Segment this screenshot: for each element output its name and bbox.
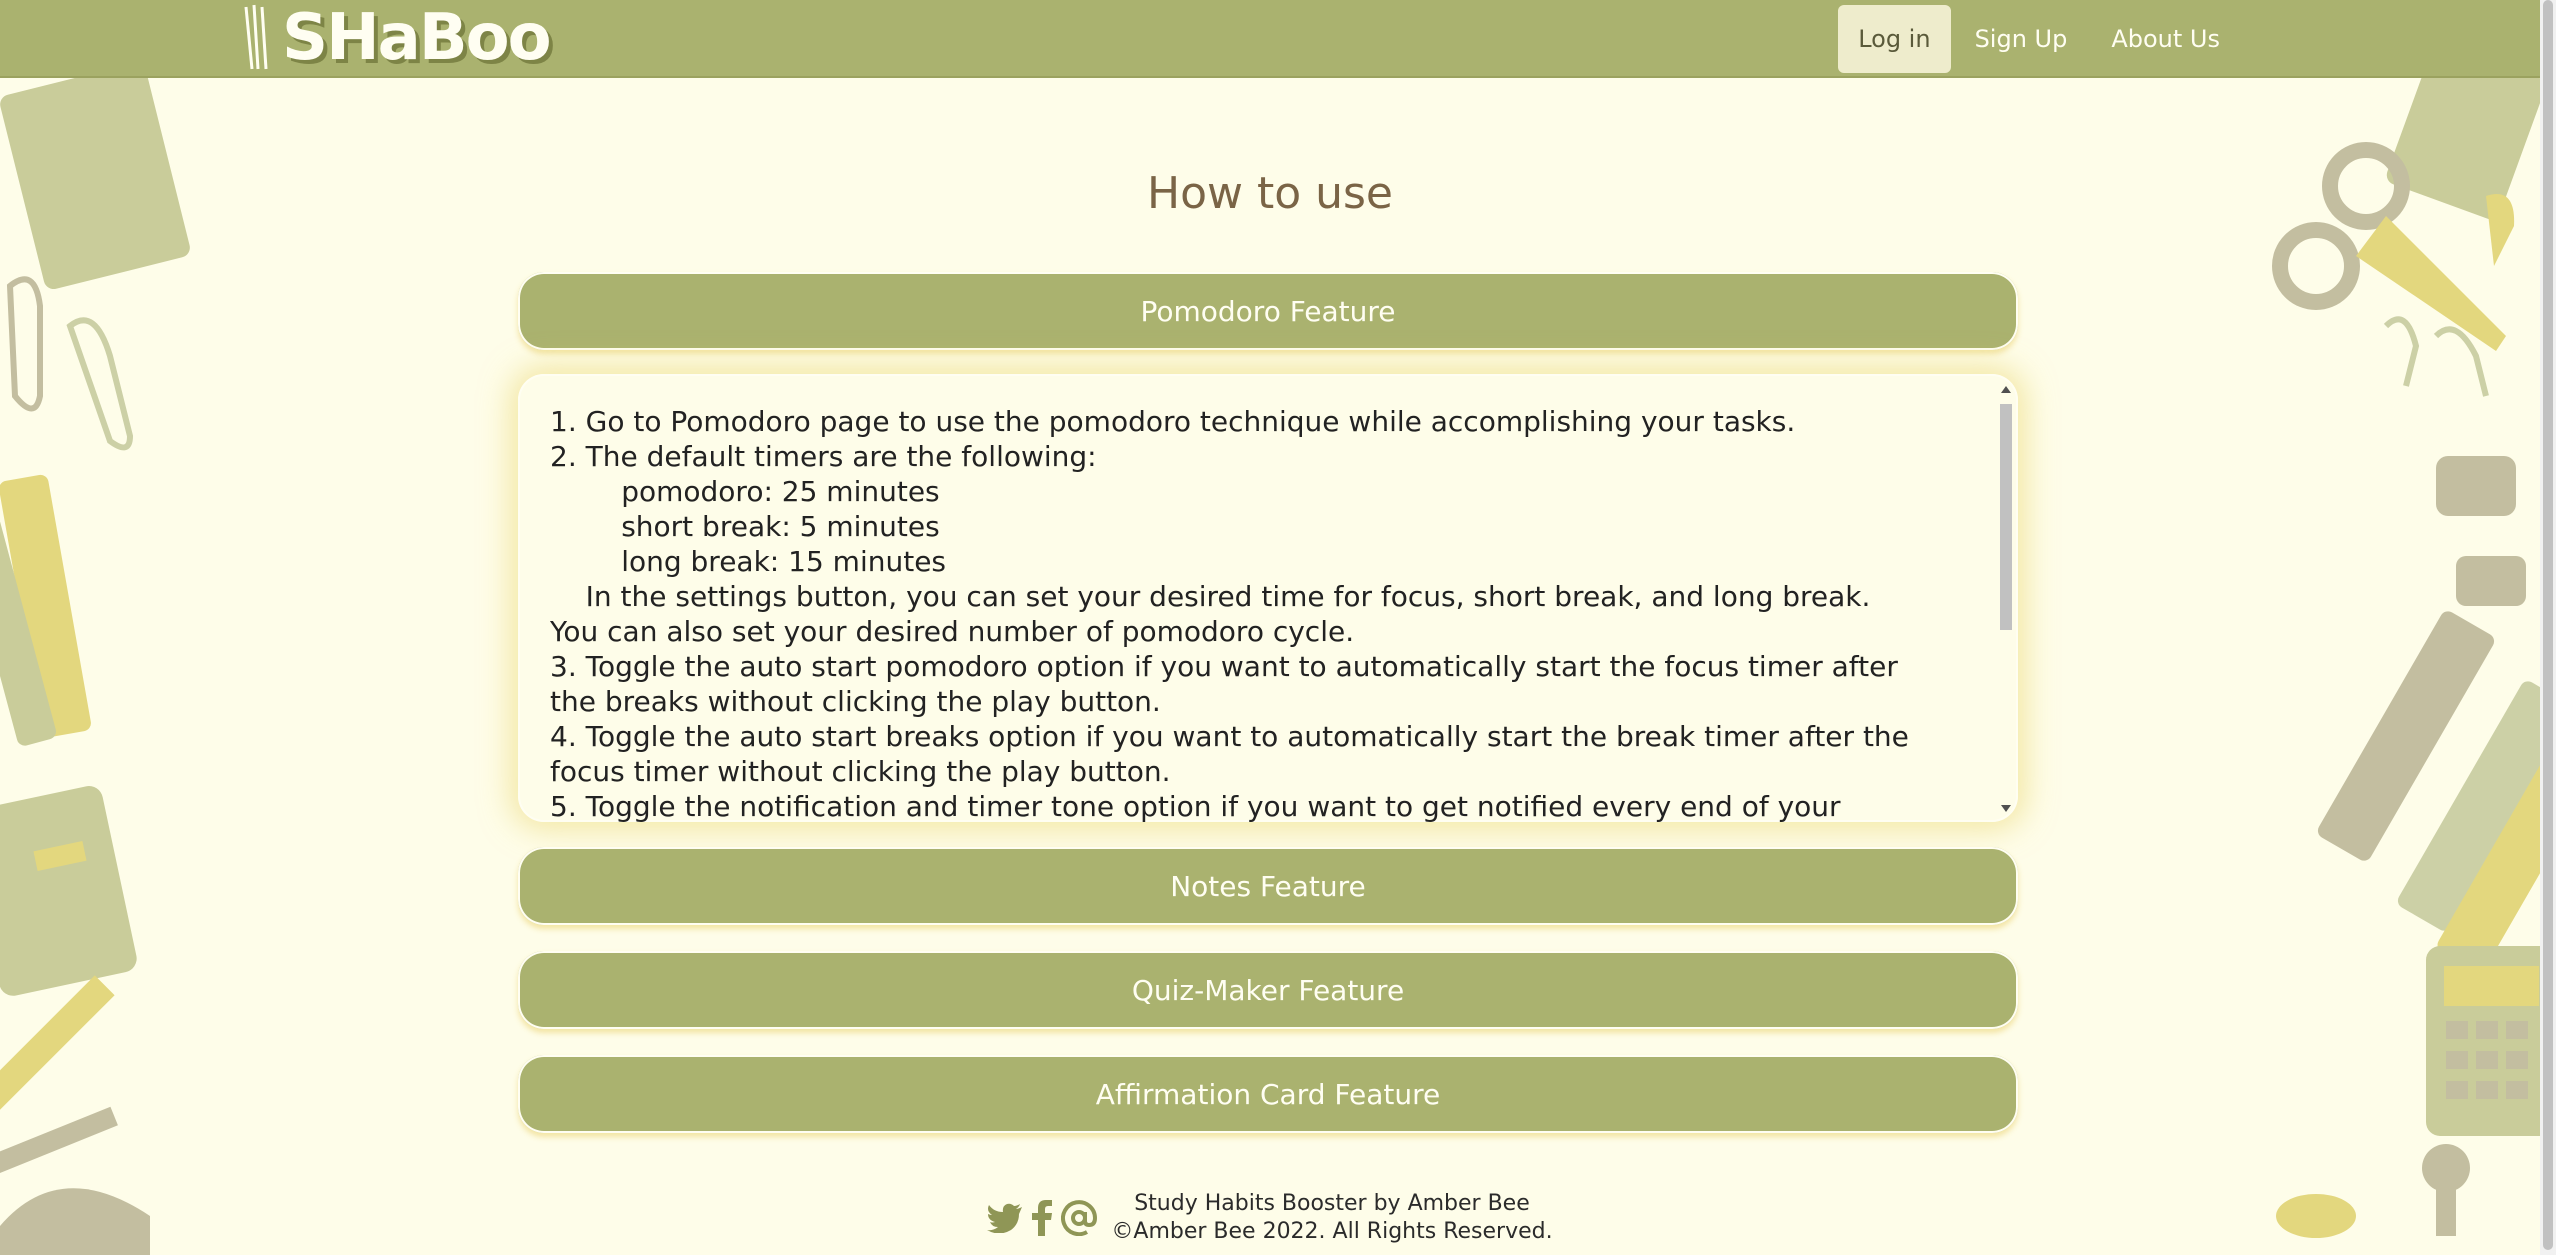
step-line: pomodoro: 25 minutes xyxy=(550,475,940,508)
accordion-item-affirmation: Affirmation Card Feature xyxy=(518,1055,2018,1133)
footer-copyright: ©Amber Bee 2022. All Rights Reserved. xyxy=(1111,1219,1553,1244)
step-line: 3. Toggle the auto start pomodoro option… xyxy=(550,650,1907,718)
quiz-maker-feature-button[interactable]: Quiz-Maker Feature xyxy=(518,951,2018,1029)
twitter-icon[interactable] xyxy=(987,1203,1023,1233)
stationery-decoration-right xyxy=(2272,76,2540,1238)
brand-name: SHaBoo xyxy=(282,1,552,75)
notes-feature-button[interactable]: Notes Feature xyxy=(518,847,2018,925)
stationery-decoration-left xyxy=(0,76,190,1255)
about-us-link[interactable]: About Us xyxy=(2091,5,2240,73)
scrollbar-thumb[interactable] xyxy=(2000,404,2012,630)
footer-tagline: Study Habits Booster by Amber Bee xyxy=(1134,1191,1530,1216)
accordion-item-notes: Notes Feature xyxy=(518,847,2018,925)
page-scrollbar[interactable] xyxy=(2540,0,2556,1255)
panel-scrollbar[interactable] xyxy=(1994,378,2018,818)
signup-link[interactable]: Sign Up xyxy=(1955,5,2088,73)
step-line: In the settings button, you can set your… xyxy=(550,580,1880,648)
step-line: 4. Toggle the auto start breaks option i… xyxy=(550,720,1918,788)
pencils-icon xyxy=(244,4,268,70)
scroll-up-arrow-icon[interactable] xyxy=(2001,386,2011,393)
step-line: 5. Toggle the notification and timer ton… xyxy=(550,790,1841,822)
step-line: 1. Go to Pomodoro page to use the pomodo… xyxy=(550,405,1796,438)
at-icon[interactable] xyxy=(1061,1200,1098,1236)
brand-logo[interactable]: SHaBoo xyxy=(240,0,552,76)
facebook-icon[interactable] xyxy=(1031,1200,1053,1236)
nav-links: Log in Sign Up About Us xyxy=(1838,5,2240,73)
accordion-item-quiz-maker: Quiz-Maker Feature xyxy=(518,951,2018,1029)
step-line: short break: 5 minutes xyxy=(550,510,940,543)
accordion-item-pomodoro: Pomodoro Feature xyxy=(518,272,2018,350)
page-title: How to use xyxy=(1146,168,1394,219)
step-line: long break: 15 minutes xyxy=(550,545,947,578)
pomodoro-instructions: 1. Go to Pomodoro page to use the pomodo… xyxy=(550,404,1910,822)
footer: Study Habits Booster by Amber Bee ©Amber… xyxy=(0,1190,2540,1246)
login-link[interactable]: Log in xyxy=(1838,5,1951,73)
pomodoro-feature-button[interactable]: Pomodoro Feature xyxy=(518,272,2018,350)
affirmation-card-feature-button[interactable]: Affirmation Card Feature xyxy=(518,1055,2018,1133)
social-links xyxy=(987,1200,1098,1236)
pomodoro-feature-panel[interactable]: 1. Go to Pomodoro page to use the pomodo… xyxy=(518,374,2018,822)
scroll-down-arrow-icon[interactable] xyxy=(2001,805,2011,812)
step-line: 2. The default timers are the following: xyxy=(550,440,1097,473)
navbar: SHaBoo Log in Sign Up About Us xyxy=(0,0,2540,78)
footer-text: Study Habits Booster by Amber Bee ©Amber… xyxy=(1111,1190,1552,1246)
page-scrollbar-thumb[interactable] xyxy=(2543,0,2553,1250)
